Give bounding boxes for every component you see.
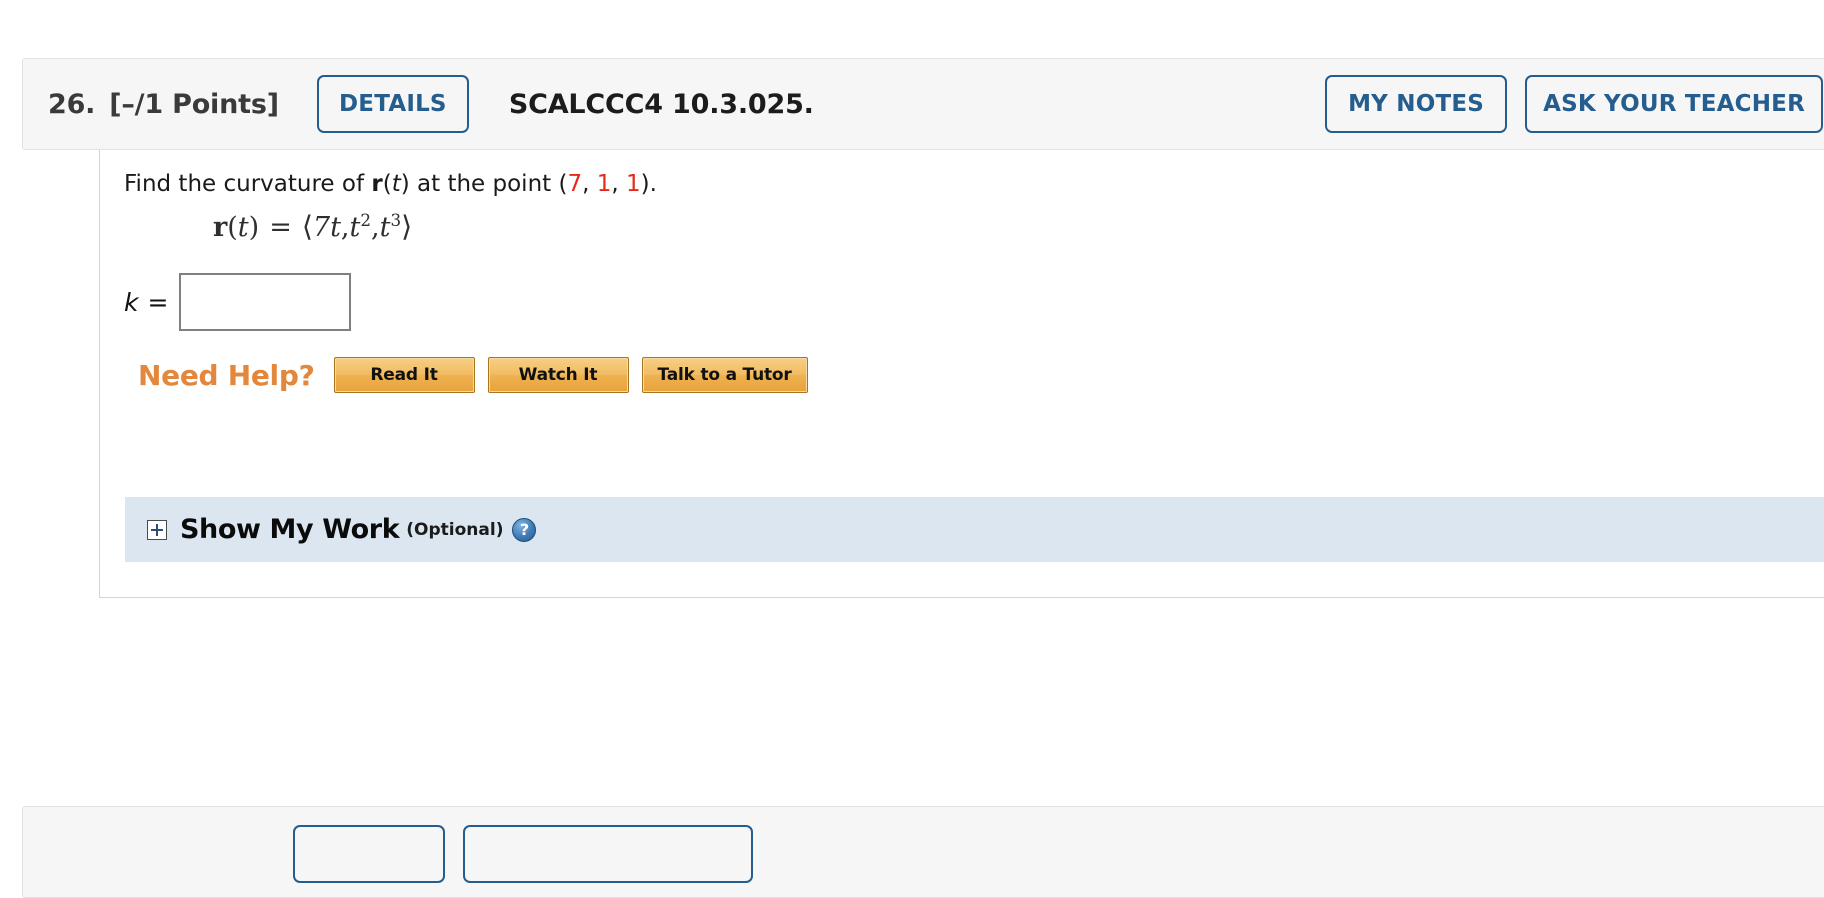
question-header-inner: 26. [–/1 Points] DETAILS SCALCCC4 10.3.0… — [23, 59, 1824, 149]
ask-your-teacher-button[interactable]: ASK YOUR TEACHER — [1525, 75, 1823, 133]
question-body: Find the curvature of r(t) at the point … — [99, 150, 1824, 598]
watch-it-label: Watch It — [518, 365, 598, 385]
formula-equals-sign: = — [269, 212, 292, 243]
question-header-bar: 26. [–/1 Points] DETAILS SCALCCC4 10.3.0… — [22, 58, 1824, 150]
curvature-label: k — [124, 287, 139, 317]
formula-term1-coefficient: 7 — [312, 212, 331, 243]
prompt-text-part2: at the point ( — [409, 171, 568, 197]
prompt-paren-open: ( — [382, 171, 392, 197]
formula-term3-variable: t — [379, 212, 391, 243]
next-question-secondary-button[interactable] — [463, 825, 753, 883]
question-points: [–/1 Points] — [109, 88, 279, 120]
formula-lhs-paren-open: ( — [227, 212, 238, 243]
formula-term2-variable: t — [349, 212, 361, 243]
formula-vector-r: r — [213, 212, 228, 243]
details-button[interactable]: DETAILS — [316, 75, 469, 133]
prompt-variable-t: t — [391, 171, 401, 197]
next-question-header-bar — [22, 806, 1824, 898]
prompt-separator-2: , — [611, 171, 626, 197]
header-action-buttons: MY NOTES ASK YOUR TEACHER — [1325, 59, 1823, 149]
formula-lhs-paren-close: ) — [248, 212, 260, 243]
watch-it-button[interactable]: Watch It — [487, 357, 629, 393]
my-notes-button[interactable]: MY NOTES — [1325, 75, 1508, 133]
show-my-work-title: Show My Work — [180, 514, 400, 545]
question-code: SCALCCC4 10.3.025. — [508, 88, 814, 120]
vector-function-formula: r(t) = ⟨7t,t2,t3⟩ — [213, 210, 412, 243]
talk-to-a-tutor-label: Talk to a Tutor — [657, 365, 792, 385]
read-it-button[interactable]: Read It — [333, 357, 475, 393]
need-help-label: Need Help? — [138, 358, 315, 392]
talk-to-a-tutor-button[interactable]: Talk to a Tutor — [641, 357, 808, 393]
formula-angle-bracket-open: ⟨ — [301, 210, 313, 243]
formula-term3-exponent: 3 — [390, 210, 402, 230]
formula-angle-bracket-close: ⟩ — [401, 210, 413, 243]
curvature-answer-input[interactable] — [179, 273, 352, 331]
formula-term1-variable: t — [330, 212, 341, 243]
formula-comma-2: , — [371, 212, 380, 243]
show-my-work-optional-label: (Optional) — [406, 519, 504, 540]
question-number: 26. — [48, 88, 96, 120]
formula-term2-exponent: 2 — [360, 210, 372, 230]
prompt-text-part3: ). — [640, 171, 657, 197]
next-question-details-button[interactable] — [293, 825, 445, 883]
formula-comma-1: , — [340, 212, 350, 243]
prompt-coordinate-y: 1 — [596, 171, 612, 197]
help-question-mark-icon[interactable]: ? — [512, 517, 537, 542]
prompt-text-part1: Find the curvature of — [124, 171, 372, 197]
prompt-vector-r: r — [371, 171, 383, 197]
prompt-coordinate-x: 7 — [567, 171, 583, 197]
prompt-separator-1: , — [582, 171, 597, 197]
webassign-question-page: 26. [–/1 Points] DETAILS SCALCCC4 10.3.0… — [0, 0, 1824, 898]
formula-lhs-variable: t — [237, 212, 249, 243]
answer-row: k = — [124, 273, 352, 331]
show-my-work-bar[interactable]: Show My Work (Optional) ? — [125, 497, 1824, 562]
curvature-equals-sign: = — [147, 287, 169, 317]
read-it-label: Read It — [370, 365, 438, 385]
need-help-row: Need Help? Read It Watch It Talk to a Tu… — [138, 357, 821, 393]
prompt-paren-close: ) — [400, 171, 410, 197]
expand-plus-icon[interactable] — [147, 519, 167, 540]
question-prompt: Find the curvature of r(t) at the point … — [124, 170, 657, 200]
prompt-coordinate-z: 1 — [625, 171, 641, 197]
